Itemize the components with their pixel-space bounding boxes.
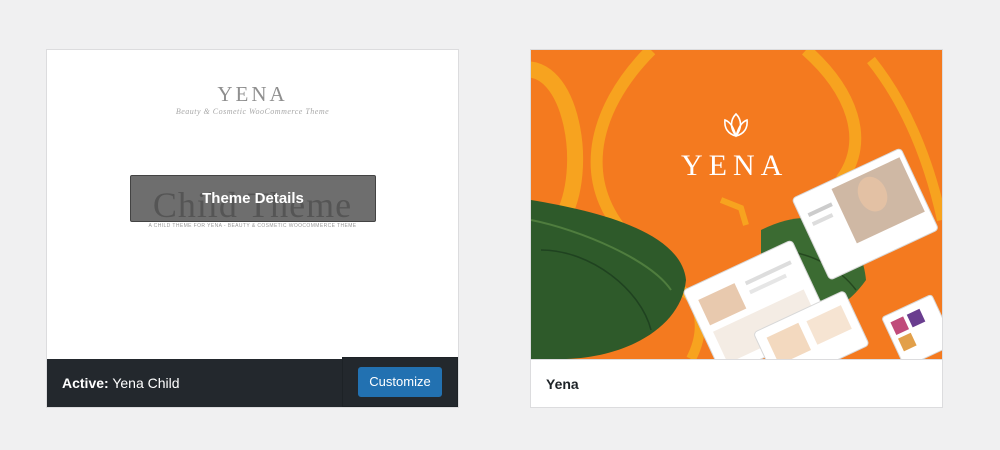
active-status-label: Active: bbox=[62, 375, 109, 391]
theme-actions: Customize bbox=[342, 357, 458, 407]
theme-name-yena: Yena bbox=[546, 375, 579, 392]
active-theme-name: Yena Child bbox=[112, 375, 180, 391]
theme-name-active: Active: Yena Child bbox=[47, 375, 180, 391]
theme-footer-active: Active: Yena Child Customize bbox=[47, 357, 458, 407]
customize-button[interactable]: Customize bbox=[358, 367, 442, 397]
lotus-logo-icon bbox=[724, 112, 748, 138]
screenshot-logo: YENA bbox=[681, 149, 789, 182]
theme-screenshot-yena[interactable]: YENA bbox=[531, 50, 942, 359]
theme-card-yena[interactable]: YENA Yena bbox=[530, 49, 943, 408]
theme-card-active[interactable]: YENA Beauty & Cosmetic WooCommerce Theme… bbox=[46, 49, 459, 408]
theme-screenshot-child[interactable]: YENA Beauty & Cosmetic WooCommerce Theme… bbox=[47, 50, 458, 359]
screenshot-logo: YENA bbox=[217, 82, 288, 106]
theme-details-button[interactable]: Theme Details bbox=[130, 175, 376, 222]
screenshot-subtext: A CHILD THEME FOR YENA - BEAUTY & COSMET… bbox=[148, 223, 357, 229]
yena-artwork bbox=[531, 50, 942, 359]
screenshot-tagline: Beauty & Cosmetic WooCommerce Theme bbox=[175, 107, 330, 116]
theme-footer-yena: Yena bbox=[531, 359, 942, 407]
